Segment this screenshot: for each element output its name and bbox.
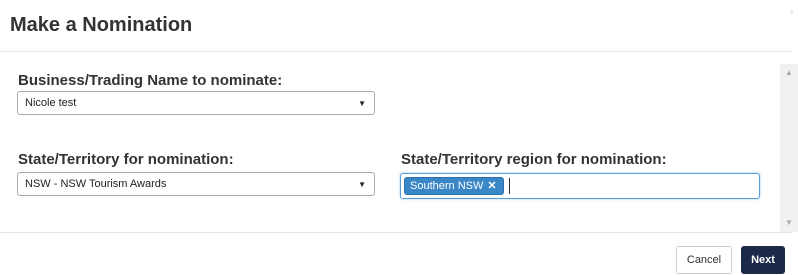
business-name-label: Business/Trading Name to nominate: bbox=[18, 72, 283, 89]
business-name-select[interactable]: Nicole test ▼ bbox=[17, 91, 375, 115]
scroll-down-icon[interactable]: ▼ bbox=[780, 216, 798, 230]
region-label: State/Territory region for nomination: bbox=[401, 151, 667, 168]
state-label: State/Territory for nomination: bbox=[18, 151, 234, 168]
modal-title: Make a Nomination bbox=[10, 14, 193, 36]
text-cursor bbox=[509, 178, 510, 194]
modal-header: Make a Nomination › bbox=[0, 0, 793, 52]
chevron-down-icon: ▼ bbox=[358, 180, 366, 189]
chevron-down-icon: ▼ bbox=[358, 99, 366, 108]
remove-tag-icon[interactable]: ✕ bbox=[487, 180, 496, 192]
vertical-scrollbar[interactable]: ▲ ▼ bbox=[780, 64, 798, 232]
close-icon[interactable]: › bbox=[790, 8, 793, 18]
modal-body: Business/Trading Name to nominate: Nicol… bbox=[0, 53, 798, 232]
scroll-up-icon[interactable]: ▲ bbox=[780, 66, 798, 80]
business-name-value: Nicole test bbox=[25, 97, 77, 109]
state-select[interactable]: NSW - NSW Tourism Awards ▼ bbox=[17, 172, 375, 196]
cancel-button[interactable]: Cancel bbox=[676, 246, 732, 274]
region-tag: Southern NSW ✕ bbox=[404, 177, 504, 195]
next-button[interactable]: Next bbox=[741, 246, 785, 274]
modal-footer: Cancel Next bbox=[0, 232, 792, 275]
nomination-modal: Make a Nomination › Business/Trading Nam… bbox=[0, 0, 798, 275]
region-tag-label: Southern NSW bbox=[410, 180, 484, 192]
region-multiselect[interactable]: Southern NSW ✕ bbox=[400, 173, 760, 199]
state-value: NSW - NSW Tourism Awards bbox=[25, 178, 167, 190]
